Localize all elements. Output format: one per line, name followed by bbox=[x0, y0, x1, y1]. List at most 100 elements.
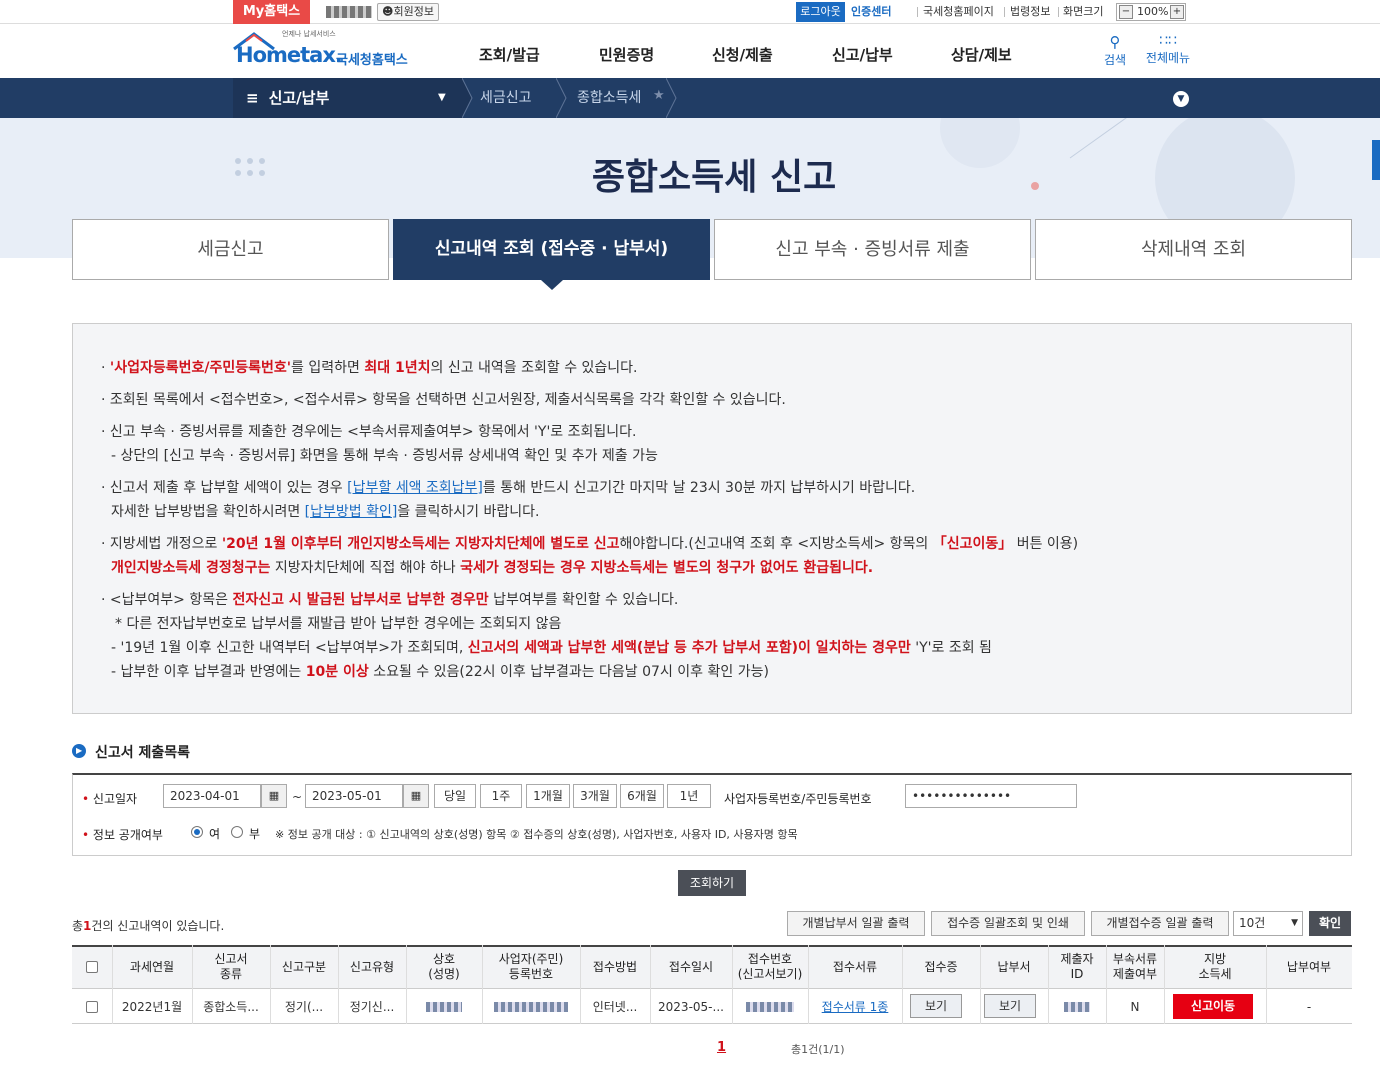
menu-certificates[interactable]: 민원증명 bbox=[599, 44, 654, 65]
col-header: 상호 (성명) bbox=[428, 952, 460, 981]
breadcrumb-separator-icon bbox=[462, 78, 473, 118]
period-3month-button[interactable]: 3개월 bbox=[573, 784, 617, 808]
logo-korean: 국세청홈택스 bbox=[336, 53, 408, 68]
individual-receipt-print-button[interactable]: 개별접수증 일괄 출력 bbox=[1091, 911, 1229, 936]
bulk-payment-print-button[interactable]: 개별납부서 일괄 출력 bbox=[787, 911, 925, 936]
period-1year-button[interactable]: 1년 bbox=[667, 784, 711, 808]
payment-method-link[interactable]: [납부방법 확인] bbox=[305, 504, 398, 520]
row-select-cell bbox=[72, 989, 112, 1024]
breadcrumb-income-tax[interactable]: 종합소득세 bbox=[577, 78, 641, 118]
docs-link[interactable]: 접수서류 1종 bbox=[822, 998, 889, 1015]
period-1month-button[interactable]: 1개월 bbox=[526, 784, 570, 808]
col-header: 제출자 ID bbox=[1060, 952, 1094, 981]
search-label: 검색 bbox=[1103, 53, 1127, 67]
cell-docs: 접수서류 1종 bbox=[808, 989, 902, 1024]
period-1week-button[interactable]: 1주 bbox=[480, 784, 522, 808]
period-today-button[interactable]: 당일 bbox=[434, 784, 476, 808]
breadcrumb-tax-report[interactable]: 세금신고 bbox=[480, 78, 532, 118]
id-label: 사업자등록번호/주민등록번호 bbox=[724, 792, 872, 806]
menu-inquiry[interactable]: 조회/발급 bbox=[479, 44, 540, 65]
notice-item: · 지방세법 개정으로 '20년 1월 이후부터 개인지방소득세는 지방자치단체… bbox=[101, 536, 1079, 552]
pagination-total: 총1건(1/1) bbox=[791, 1043, 845, 1056]
logout-button[interactable]: 로그아웃 bbox=[796, 2, 845, 22]
period-6month-button[interactable]: 6개월 bbox=[620, 784, 664, 808]
col-header: 신고유형 bbox=[349, 959, 395, 974]
tab-report-history[interactable]: 신고내역 조회 (접수증 · 납부서) bbox=[393, 219, 710, 280]
cert-center-link[interactable]: 인증센터 bbox=[851, 2, 891, 22]
notice-item: · <납부여부> 항목은 전자신고 시 발급된 납부서로 납부한 경우만 납부여… bbox=[101, 592, 679, 608]
col-header: 납부서 bbox=[997, 959, 1031, 974]
zoom-out-button[interactable]: − bbox=[1119, 5, 1133, 19]
col-divider bbox=[980, 945, 981, 1024]
col-header: 지방 소득세 bbox=[1198, 952, 1232, 981]
id-number-input[interactable]: •••••••••••••• bbox=[905, 784, 1077, 808]
header-select-all bbox=[72, 945, 112, 989]
cell-kind: 종합소득... bbox=[203, 1000, 259, 1014]
menu-consult[interactable]: 상담/제보 bbox=[951, 44, 1012, 65]
blurred-submitter-id bbox=[1064, 1001, 1090, 1012]
public-no-radio[interactable] bbox=[231, 826, 243, 838]
cell-method: 인터넷... bbox=[592, 1000, 638, 1014]
date-from-input[interactable]: 2023-04-01 bbox=[163, 784, 261, 808]
calendar-icon[interactable]: ▦ bbox=[261, 784, 287, 808]
nts-homepage-link[interactable]: 국세청홈페이지 bbox=[923, 2, 994, 22]
notice-item: · 신고 부속 · 증빙서류를 제출한 경우에는 <부속서류제출여부> 항목에서… bbox=[101, 424, 637, 440]
page-title: 종합소득세 신고 bbox=[591, 157, 837, 198]
local-tax-move-button[interactable]: 신고이동 bbox=[1173, 994, 1253, 1019]
page-size-confirm-button[interactable]: 확인 bbox=[1309, 911, 1351, 936]
notice-sub-item: - 상단의 [신고 부속 · 증빙서류] 화면을 통해 부속 · 증빙서류 상세… bbox=[111, 448, 658, 464]
notice-item: · '사업자등록번호/주민등록번호'를 입력하면 최대 1년치의 신고 내역을 … bbox=[101, 360, 638, 376]
notice-item: · 조회된 목록에서 <접수번호>, <접수서류> 항목을 선택하면 신고서원장… bbox=[101, 392, 786, 408]
my-hometax-button[interactable]: My홈택스 bbox=[233, 0, 310, 24]
cell-category: 정기(... bbox=[284, 1000, 324, 1014]
menu-report-payment[interactable]: 신고/납부 bbox=[832, 44, 893, 65]
search-submit-button[interactable]: 조회하기 bbox=[678, 870, 746, 896]
chevron-down-icon[interactable]: ▼ bbox=[1173, 91, 1189, 107]
member-info-button[interactable]: ☻회원정보 bbox=[377, 3, 439, 21]
divider bbox=[1004, 7, 1005, 17]
view-payment-button[interactable]: 보기 bbox=[984, 994, 1036, 1018]
user-name-blurred bbox=[326, 6, 372, 18]
cell-submitter-id bbox=[1048, 989, 1106, 1024]
all-menu-button[interactable]: ∷∷ 전체메뉴 bbox=[1143, 33, 1193, 66]
calendar-icon[interactable]: ▦ bbox=[403, 784, 429, 808]
divider bbox=[917, 7, 918, 17]
search-button[interactable]: ⚲ 검색 bbox=[1100, 33, 1130, 68]
tab-attachments[interactable]: 신고 부속 · 증빙서류 제출 bbox=[714, 219, 1031, 280]
logo-text: Hometax. bbox=[236, 43, 343, 67]
screen-size-label: 화면크기 bbox=[1063, 5, 1104, 18]
bulk-receipt-print-button[interactable]: 접수증 일괄조회 및 인쇄 bbox=[931, 911, 1085, 936]
zoom-in-button[interactable]: + bbox=[1170, 5, 1184, 19]
cell-datetime: 2023-05-... bbox=[658, 999, 724, 1014]
breadcrumb-separator-icon bbox=[556, 78, 567, 118]
notice-sub-item: 자세한 납부방법을 확인하시려면 [납부방법 확인]을 클릭하시기 바랍니다. bbox=[111, 504, 540, 520]
cell-attach: N bbox=[1130, 999, 1140, 1014]
user-icon: ☻ bbox=[382, 5, 394, 18]
pay-tax-link[interactable]: [납부할 세액 조회납부] bbox=[347, 480, 483, 496]
public-no-label: 부 bbox=[249, 827, 261, 841]
law-info-link[interactable]: 법령정보 bbox=[1010, 2, 1050, 22]
col-divider bbox=[902, 945, 903, 1024]
menu-application[interactable]: 신청/제출 bbox=[712, 44, 773, 65]
blurred-regno bbox=[494, 1001, 568, 1012]
select-all-checkbox[interactable] bbox=[86, 961, 98, 973]
current-menu-dropdown[interactable]: ≡ 신고/납부 ▼ bbox=[233, 78, 463, 118]
row-checkbox[interactable] bbox=[86, 1000, 98, 1013]
tab-tax-report[interactable]: 세금신고 bbox=[72, 219, 389, 280]
caret-down-icon: ▼ bbox=[1291, 918, 1298, 928]
page-size-select[interactable]: 10건 ▼ bbox=[1233, 911, 1303, 936]
col-header: 접수번호 (신고서보기) bbox=[737, 952, 803, 981]
view-receipt-button[interactable]: 보기 bbox=[910, 994, 962, 1018]
section-title: 신고서 제출목록 bbox=[95, 745, 191, 761]
cell-regno-blurred bbox=[482, 989, 580, 1024]
public-yes-radio[interactable] bbox=[191, 826, 203, 838]
pagination-page[interactable]: 1 bbox=[717, 1040, 726, 1055]
public-label: • 정보 공개여부 bbox=[82, 828, 163, 842]
tab-deleted-history[interactable]: 삭제내역 조회 bbox=[1035, 219, 1352, 280]
date-to-input[interactable]: 2023-05-01 bbox=[305, 784, 403, 808]
favorite-star-icon[interactable]: ★ bbox=[653, 88, 665, 103]
col-header: 접수서류 bbox=[832, 959, 878, 974]
hometax-logo[interactable]: 언제나 납세서비스 Hometax. 국세청홈택스 bbox=[232, 29, 422, 73]
caret-down-icon: ▼ bbox=[438, 92, 446, 103]
cell-receipt-number[interactable] bbox=[732, 989, 808, 1024]
